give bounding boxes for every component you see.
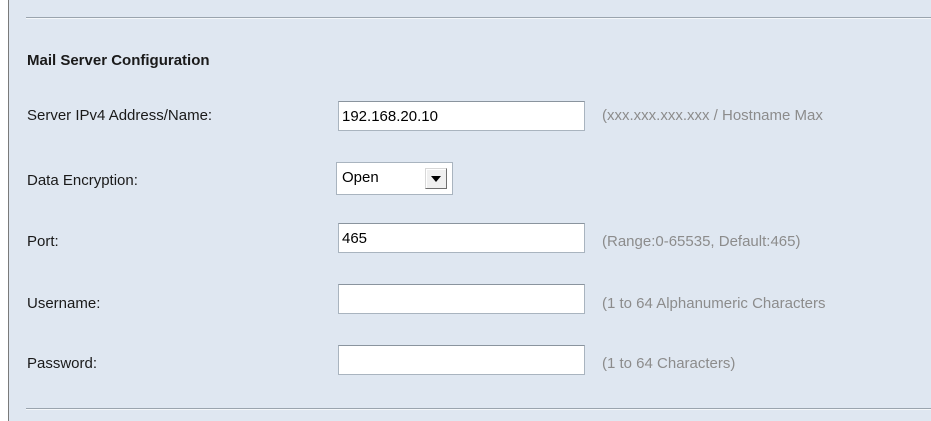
port-hint: (Range:0-65535, Default:465) bbox=[602, 233, 801, 250]
server-address-hint: (xxx.xxx.xxx.xxx / Hostname Max bbox=[602, 107, 823, 124]
data-encryption-value: Open bbox=[342, 169, 379, 186]
server-address-label: Server IPv4 Address/Name: bbox=[27, 107, 213, 124]
data-encryption-select[interactable]: Open bbox=[336, 162, 453, 195]
password-input[interactable] bbox=[338, 345, 585, 375]
section-title: Mail Server Configuration bbox=[27, 52, 210, 69]
port-input[interactable] bbox=[338, 223, 585, 253]
username-hint: (1 to 64 Alphanumeric Characters bbox=[602, 295, 826, 312]
username-label: Username: bbox=[27, 295, 101, 312]
password-label: Password: bbox=[27, 355, 98, 372]
port-label: Port: bbox=[27, 233, 59, 250]
server-address-input[interactable] bbox=[338, 101, 585, 131]
username-input[interactable] bbox=[338, 284, 585, 314]
data-encryption-label: Data Encryption: bbox=[27, 172, 138, 189]
panel-left-border bbox=[0, 0, 9, 421]
mail-server-panel: Mail Server Configuration Server IPv4 Ad… bbox=[0, 0, 931, 421]
dropdown-button[interactable] bbox=[425, 168, 447, 189]
top-divider bbox=[26, 17, 931, 19]
password-hint: (1 to 64 Characters) bbox=[602, 355, 736, 372]
chevron-down-icon bbox=[431, 176, 441, 182]
bottom-divider bbox=[26, 408, 931, 410]
